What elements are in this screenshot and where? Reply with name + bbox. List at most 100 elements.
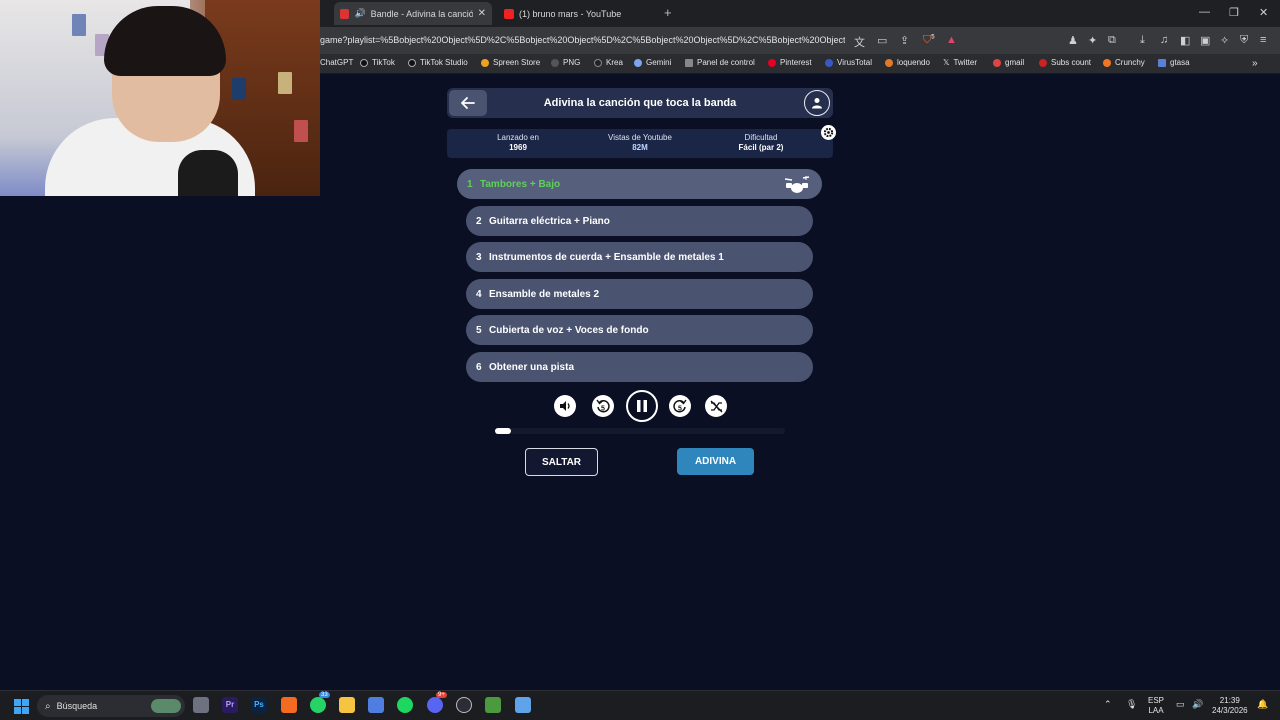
game-header: Adivina la canción que toca la banda: [447, 88, 833, 118]
bookmark-tiktok-studio[interactable]: TikTok Studio: [408, 58, 468, 67]
search-placeholder: Búsqueda: [56, 701, 98, 711]
bookmark-crunchy[interactable]: Crunchy: [1103, 58, 1145, 67]
leo-icon[interactable]: ✧: [1220, 34, 1229, 47]
restore-icon[interactable]: ❐: [1229, 6, 1239, 19]
bookmark-loquendo[interactable]: loquendo: [885, 58, 930, 67]
gear-icon: [823, 127, 834, 138]
close-tab-icon[interactable]: ✕: [478, 8, 486, 19]
brave-rewards-icon[interactable]: ▲: [946, 34, 957, 46]
forward-button[interactable]: 5: [669, 395, 691, 417]
hint-row[interactable]: 6 Obtener una pista: [466, 352, 813, 382]
bookmark-chatgpt[interactable]: ChatGPT: [320, 58, 353, 67]
pause-button[interactable]: [626, 390, 658, 422]
language-indicator[interactable]: ESP LAA: [1148, 696, 1164, 716]
screenshot-icon[interactable]: ⧉: [1108, 34, 1116, 47]
new-tab-icon[interactable]: +: [664, 5, 672, 20]
user-icon: [812, 98, 822, 109]
back-button[interactable]: [449, 90, 487, 116]
youtube-favicon-icon: [504, 8, 514, 19]
track-row-5[interactable]: 5 Cubierta de voz + Voces de fondo: [466, 315, 813, 345]
download-icon[interactable]: ⤓: [1140, 34, 1145, 47]
taskbar-search[interactable]: ⌕ Búsqueda: [37, 695, 185, 717]
minecraft-app-icon[interactable]: [485, 697, 501, 713]
more-bookmarks-icon[interactable]: »: [1252, 58, 1258, 69]
minimize-icon[interactable]: —: [1199, 6, 1210, 18]
track-number: 6: [476, 361, 482, 373]
whatsapp-app-icon[interactable]: 33: [310, 692, 330, 713]
reader-icon[interactable]: ▭: [877, 34, 887, 47]
track-row-1[interactable]: 1 Tambores + Bajo: [457, 169, 822, 199]
webcam-overlay: [0, 0, 320, 196]
wallet-icon[interactable]: ▣: [1200, 34, 1210, 47]
profile-button[interactable]: [804, 90, 830, 116]
loquendo-icon: [885, 58, 893, 67]
volume-icon[interactable]: 🔊: [1192, 699, 1203, 709]
extension-icon[interactable]: ♟: [1068, 34, 1078, 47]
brave-app-icon[interactable]: [281, 697, 297, 713]
vpn-icon[interactable]: ⛨: [1240, 34, 1248, 47]
windows-start-icon[interactable]: [14, 699, 29, 714]
bookmark-virustotal[interactable]: VirusTotal: [825, 58, 872, 67]
song-stats: Lanzado en 1969 Vistas de Youtube 82M Di…: [447, 129, 833, 158]
skip-button[interactable]: SALTAR: [525, 448, 598, 476]
subs-count-icon: [1039, 58, 1047, 67]
bookmark-gtasa[interactable]: gtasa: [1158, 58, 1190, 67]
clock[interactable]: 21:39 24/3/2026: [1212, 696, 1248, 716]
language-code: ESP: [1148, 696, 1165, 705]
bookmark-spreen-store[interactable]: Spreen Store: [481, 58, 540, 67]
bookmark-pinterest[interactable]: Pinterest: [768, 58, 812, 67]
bookmark-subs-count[interactable]: Subs count: [1039, 58, 1091, 67]
music-icon[interactable]: ♫: [1160, 34, 1168, 46]
bookmark-png[interactable]: PNG: [551, 58, 580, 67]
guess-button[interactable]: ADIVINA: [677, 448, 754, 475]
spotify-app-icon[interactable]: [397, 697, 413, 713]
virustotal-icon: [825, 58, 833, 67]
bookmark-tiktok[interactable]: TikTok: [360, 58, 395, 67]
folder-app-icon[interactable]: [339, 697, 355, 713]
track-row-2[interactable]: 2 Guitarra eléctrica + Piano: [466, 206, 813, 236]
player-controls: 5 5: [550, 390, 735, 422]
brave-shield-icon[interactable]: ⛉5: [923, 34, 935, 47]
stat-value: Fácil (par 2): [738, 143, 784, 152]
bookmark-panel-de-control[interactable]: Panel de control: [685, 58, 755, 67]
crunchyroll-icon: [1103, 58, 1111, 67]
volume-button[interactable]: [554, 395, 576, 417]
translate-icon[interactable]: 文: [854, 34, 865, 50]
bookmark-gmail[interactable]: gmail: [993, 58, 1024, 67]
network-icon[interactable]: ▭: [1176, 699, 1185, 709]
bookmark-krea[interactable]: Krea: [594, 58, 623, 67]
url-field[interactable]: game?playlist=%5Bobject%20Object%5D%2C%5…: [320, 35, 845, 45]
gemini-icon: [634, 58, 642, 67]
steam-app-icon[interactable]: [456, 697, 472, 713]
microphone-icon[interactable]: 🎙: [1126, 699, 1137, 709]
playback-progress-bar[interactable]: [495, 428, 785, 434]
notification-bell-icon[interactable]: 🔔: [1257, 699, 1268, 709]
chevron-up-icon[interactable]: ⌃: [1104, 699, 1112, 709]
premiere-app-icon[interactable]: Pr: [222, 697, 238, 713]
bookmark-twitter[interactable]: 𝕏 Twitter: [943, 58, 977, 67]
layout-code: LAA: [1148, 706, 1164, 715]
rewind-button[interactable]: 5: [592, 395, 614, 417]
track-label: Instrumentos de cuerda + Ensamble de met…: [489, 251, 724, 263]
track-label: Obtener una pista: [489, 361, 575, 373]
stat-label: Lanzado en: [497, 133, 539, 142]
bookmark-gemini[interactable]: Gemini: [634, 58, 671, 67]
sidebar-icon[interactable]: ◧: [1180, 34, 1190, 47]
close-window-icon[interactable]: ✕: [1259, 6, 1268, 19]
tab-bandle[interactable]: 🔊 Bandle - Adivina la canción, u ✕: [334, 2, 492, 25]
store-app-icon[interactable]: [368, 697, 384, 713]
track-row-4[interactable]: 4 Ensamble de metales 2: [466, 279, 813, 309]
settings-button[interactable]: [821, 125, 836, 140]
tab-youtube[interactable]: (1) bruno mars - YouTube: [498, 2, 658, 25]
puzzle-icon[interactable]: ✦: [1088, 34, 1097, 47]
file-explorer-app-icon[interactable]: [193, 697, 209, 713]
arrow-left-icon: [461, 97, 475, 109]
menu-icon[interactable]: ≡: [1260, 34, 1266, 46]
notepad-app-icon[interactable]: [515, 697, 531, 713]
photoshop-app-icon[interactable]: Ps: [251, 697, 267, 713]
share-icon[interactable]: ⇪: [900, 34, 909, 47]
discord-app-icon[interactable]: 9+: [427, 692, 447, 713]
track-row-3[interactable]: 3 Instrumentos de cuerda + Ensamble de m…: [466, 242, 813, 272]
webcam-poster: [232, 78, 246, 100]
shuffle-button[interactable]: [705, 395, 727, 417]
